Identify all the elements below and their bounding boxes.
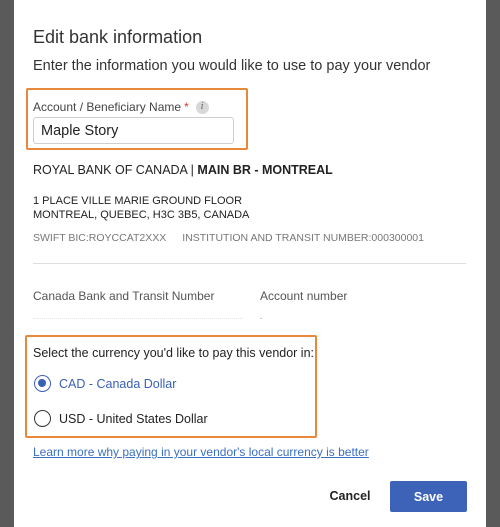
bank-address-line1: 1 PLACE VILLE MARIE GROUND FLOOR: [33, 195, 243, 207]
edit-bank-dialog: Edit bank information Enter the informat…: [14, 0, 486, 527]
bank-branch: MAIN BR - MONTREAL: [197, 163, 333, 177]
dialog-subtitle: Enter the information you would like to …: [33, 58, 431, 74]
divider: [33, 263, 466, 264]
cancel-button[interactable]: Cancel: [319, 480, 381, 512]
bank-address-line2: MONTREAL, QUEBEC, H3C 3B5, CANADA: [33, 209, 250, 221]
radio-cad[interactable]: [34, 375, 51, 392]
beneficiary-label-text: Account / Beneficiary Name: [33, 100, 182, 114]
transit-number-field[interactable]: [33, 318, 243, 319]
backdrop-right: [486, 0, 500, 527]
currency-option-cad-label: CAD - Canada Dollar: [59, 376, 177, 391]
learn-more-link[interactable]: Learn more why paying in your vendor's l…: [33, 445, 369, 459]
currency-question: Select the currency you'd like to pay th…: [33, 346, 315, 360]
account-number-field[interactable]: [260, 318, 262, 319]
swift-code: SWIFT BIC:ROYCCAT2XXX: [33, 232, 167, 244]
bank-name-line: ROYAL BANK OF CANADA | MAIN BR - MONTREA…: [33, 163, 333, 177]
required-asterisk: *: [184, 100, 189, 114]
bank-name: ROYAL BANK OF CANADA |: [33, 163, 198, 177]
info-icon[interactable]: i: [195, 100, 209, 114]
beneficiary-name-input[interactable]: [33, 117, 234, 144]
beneficiary-name-label: Account / Beneficiary Name * i: [33, 100, 209, 114]
save-button[interactable]: Save: [390, 481, 467, 512]
backdrop-left: [0, 0, 14, 527]
account-number-label: Account number: [260, 289, 348, 303]
currency-option-usd[interactable]: USD - United States Dollar: [34, 410, 208, 427]
institution-number: INSTITUTION AND TRANSIT NUMBER:000300001: [182, 232, 424, 244]
currency-option-usd-label: USD - United States Dollar: [59, 411, 208, 426]
radio-usd[interactable]: [34, 410, 51, 427]
transit-number-label: Canada Bank and Transit Number: [33, 289, 215, 303]
bank-codes: SWIFT BIC:ROYCCAT2XXX INSTITUTION AND TR…: [33, 232, 424, 244]
dialog-title: Edit bank information: [33, 27, 203, 47]
currency-option-cad[interactable]: CAD - Canada Dollar: [34, 375, 176, 392]
